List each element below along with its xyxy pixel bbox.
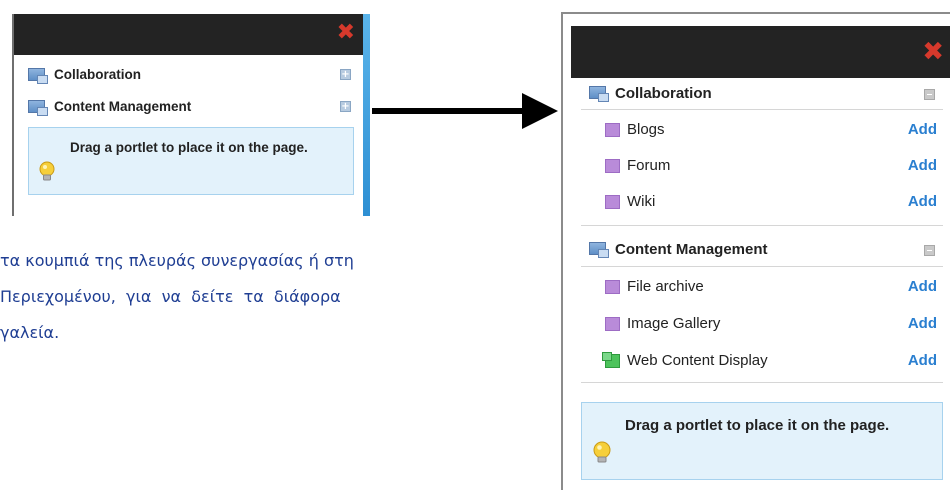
category-label: Content Management xyxy=(54,99,192,114)
collapsed-portlet-panel: ✖ Collaboration + Content Management + D… xyxy=(12,14,370,216)
portlet-row-forum: Forum Add xyxy=(571,152,945,180)
lightbulb-icon xyxy=(593,441,611,463)
divider xyxy=(581,225,943,226)
category-label: Collaboration xyxy=(615,85,712,102)
paragraph-line: τα κουμπιά της πλευράς συνεργασίας ή στη xyxy=(0,251,354,270)
add-wiki-button[interactable]: Add xyxy=(908,192,937,212)
lightbulb-icon xyxy=(39,161,55,181)
expand-icon[interactable]: + xyxy=(340,69,351,80)
add-image-gallery-button[interactable]: Add xyxy=(908,314,937,334)
portlet-icon xyxy=(605,280,620,294)
category-collaboration[interactable]: Collaboration + xyxy=(28,66,358,84)
category-label: Collaboration xyxy=(54,67,141,82)
expanded-portlet-panel: ✖ Collaboration Blogs Add Forum Add Wiki… xyxy=(561,12,950,490)
divider xyxy=(581,109,943,110)
window-icon xyxy=(28,68,48,84)
portlet-label: Web Content Display xyxy=(627,352,768,369)
portlet-label: Wiki xyxy=(627,193,656,210)
info-text: Drag a portlet to place it on the page. xyxy=(70,140,308,155)
divider xyxy=(581,382,943,383)
window-icon xyxy=(589,242,609,258)
info-text: Drag a portlet to place it on the page. xyxy=(625,417,890,434)
info-message-box: Drag a portlet to place it on the page. xyxy=(28,127,354,195)
portlet-label: Blogs xyxy=(627,121,665,138)
portlet-icon xyxy=(605,159,620,173)
add-file-archive-button[interactable]: Add xyxy=(908,277,937,297)
collapse-icon[interactable] xyxy=(924,245,935,256)
panel-header-bar: ✖ xyxy=(14,14,363,55)
portlet-icon xyxy=(605,123,620,137)
expand-icon[interactable]: + xyxy=(340,101,351,112)
instruction-paragraph: τα κουμπιά της πλευράς συνεργασίας ή στη… xyxy=(0,243,380,351)
portlet-label: File archive xyxy=(627,278,704,295)
portlet-row-wiki: Wiki Add xyxy=(571,188,945,216)
panel-header-bar: ✖ xyxy=(571,26,950,78)
portlet-label: Forum xyxy=(627,157,671,174)
portlet-icon xyxy=(605,317,620,331)
portlet-icon xyxy=(605,195,620,209)
portlet-row-web-content-display: Web Content Display Add xyxy=(571,347,945,375)
blue-window-edge xyxy=(363,14,370,216)
category-content-management[interactable]: Content Management + xyxy=(28,98,358,116)
web-content-icon xyxy=(602,352,620,368)
close-icon[interactable]: ✖ xyxy=(337,22,355,44)
arrow-shaft xyxy=(372,108,524,114)
category-content-management[interactable]: Content Management xyxy=(571,236,945,264)
info-message-box: Drag a portlet to place it on the page. xyxy=(581,402,943,480)
collapse-icon[interactable] xyxy=(924,89,935,100)
paragraph-line: Περιεχομένου, για να δείτε τα διάφορα xyxy=(0,287,341,306)
divider xyxy=(581,266,943,267)
category-collaboration[interactable]: Collaboration xyxy=(571,80,945,108)
portlet-row-blogs: Blogs Add xyxy=(571,116,945,144)
category-label: Content Management xyxy=(615,241,768,258)
portlet-row-image-gallery: Image Gallery Add xyxy=(571,310,945,338)
portlet-row-file-archive: File archive Add xyxy=(571,273,945,301)
portlet-label: Image Gallery xyxy=(627,315,721,332)
add-forum-button[interactable]: Add xyxy=(908,156,937,176)
add-web-content-display-button[interactable]: Add xyxy=(908,351,937,371)
close-icon[interactable]: ✖ xyxy=(922,39,944,65)
paragraph-line: γαλεία. xyxy=(0,323,60,342)
window-icon xyxy=(28,100,48,116)
add-blogs-button[interactable]: Add xyxy=(908,120,937,140)
window-icon xyxy=(589,86,609,102)
arrow-head-icon xyxy=(522,93,558,129)
